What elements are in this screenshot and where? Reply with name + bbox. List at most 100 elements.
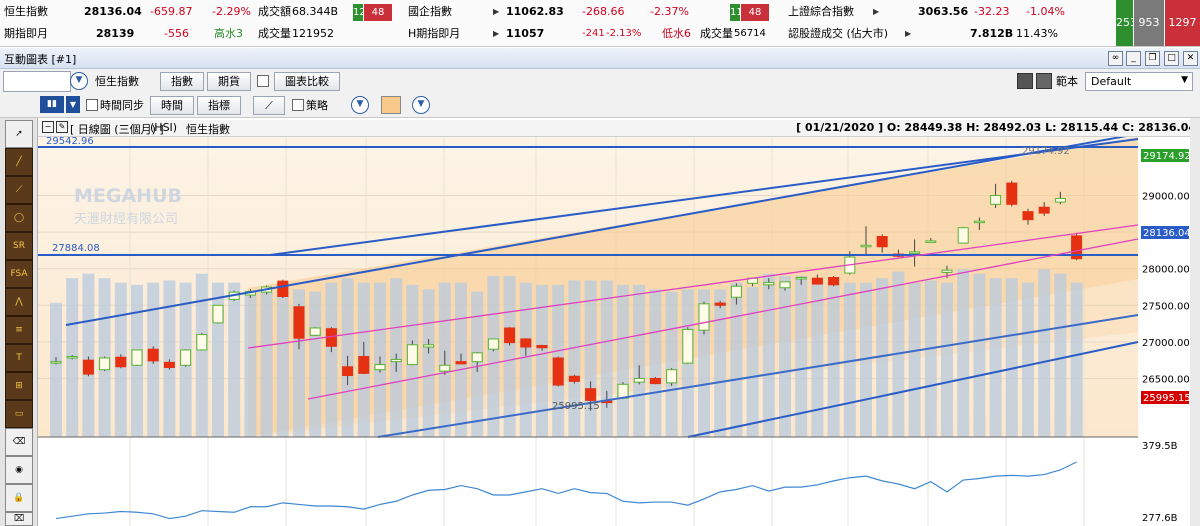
volume-bar <box>1038 269 1051 437</box>
sse-pct: -1.04% <box>1026 5 1065 18</box>
candle-down <box>552 357 564 386</box>
strategy-checkbox[interactable] <box>292 99 304 111</box>
ellipse-tool-icon[interactable]: ◯ <box>5 204 33 232</box>
chevron-down-icon[interactable]: ▼ <box>412 96 430 114</box>
candle-up <box>860 244 872 248</box>
time-sync-checkbox[interactable] <box>86 99 98 111</box>
volume-bar <box>1054 273 1067 437</box>
candle-down <box>115 356 127 368</box>
volume-bar <box>665 291 678 437</box>
candle-up <box>698 303 710 331</box>
up-count: 12 <box>353 4 366 21</box>
close-button[interactable]: ✕ <box>1183 51 1198 66</box>
link-icon[interactable]: ∞ <box>1108 51 1123 66</box>
edit-icon[interactable]: ✎ <box>56 121 68 133</box>
line-chart-icon[interactable]: ⟋ <box>253 96 285 115</box>
market-flat-count: 953 <box>1134 0 1164 46</box>
compare-checkbox[interactable] <box>257 75 269 87</box>
fibonacci-tool-icon[interactable]: ≡ <box>5 316 33 344</box>
warrant-pct: 11.43% <box>1016 27 1058 40</box>
fsa-tool-icon[interactable]: FSA <box>5 260 33 288</box>
collapse-icon[interactable]: − <box>42 121 54 133</box>
chart-type-icon[interactable]: ▮▮ <box>40 96 64 113</box>
fill-color-swatch[interactable] <box>381 96 401 114</box>
symbol-input[interactable] <box>3 71 71 92</box>
price-tick-label: 27500.00 <box>1142 301 1190 312</box>
h-futures-label[interactable]: H期指即月 <box>408 23 460 45</box>
right-scrollbar[interactable] <box>1190 118 1200 526</box>
hsi-futures-label[interactable]: 期指即月 <box>4 23 48 45</box>
candle-down <box>358 356 370 374</box>
hsi-futures-change: -556 <box>164 27 189 40</box>
template-select[interactable]: Default ▼ <box>1085 72 1193 91</box>
chart-area[interactable]: − ✎ [ 日線圖 (三個月) ] (HSI) 恒生指數 [ 01/21/202… <box>38 118 1200 526</box>
text-tool-icon[interactable]: T <box>5 344 33 372</box>
volume-bar <box>633 284 646 437</box>
hsi-label[interactable]: 恒生指數 <box>4 1 48 23</box>
candle-down <box>147 348 159 362</box>
warrant-label[interactable]: 認股證成交 (佔大市) <box>788 23 888 45</box>
volume-bar <box>195 273 208 437</box>
hscei-label[interactable]: 國企指數 <box>408 1 452 23</box>
price-tick-label: 26500.00 <box>1142 374 1190 385</box>
candle-up <box>682 328 694 364</box>
ticker-row-1: 恒生指數 28136.04 -659.87 -2.29% 成交額 68.344B… <box>0 1 1140 23</box>
restore-button[interactable]: ❐ <box>1145 51 1160 66</box>
candle-down <box>520 338 532 348</box>
fan-tool-icon[interactable]: ⋀ <box>5 288 33 316</box>
volume-bar <box>503 275 516 437</box>
eye-icon[interactable]: ◉ <box>5 456 33 484</box>
sse-label[interactable]: 上證綜合指數 <box>788 1 854 23</box>
volume-bar <box>973 273 986 437</box>
ray-tool-icon[interactable]: ⟋ <box>5 176 33 204</box>
maximize-button[interactable]: □ <box>1164 51 1179 66</box>
eraser-icon[interactable]: ⌫ <box>5 428 33 456</box>
candle-up <box>763 282 775 286</box>
chevron-down-icon[interactable]: ▼ <box>70 72 88 90</box>
save-icon[interactable] <box>1017 73 1033 89</box>
compare-chart-button[interactable]: 圖表比較 <box>274 72 340 91</box>
chevron-down-icon[interactable]: ▼ <box>351 96 369 114</box>
channel-tool-icon[interactable]: ▭ <box>5 400 33 428</box>
print-icon[interactable] <box>1036 73 1052 89</box>
sse-change: -32.23 <box>974 5 1010 18</box>
price-tick-label: 29000.00 <box>1142 192 1190 203</box>
indicator-button[interactable]: 指標 <box>197 96 241 115</box>
chart-code: (HSI) <box>150 121 178 134</box>
volume-bar <box>649 289 662 437</box>
sse-value: 3063.56 <box>918 5 969 18</box>
candle-up <box>633 377 645 383</box>
candle-down <box>277 280 289 298</box>
measure-tool-icon[interactable]: ⊞ <box>5 372 33 400</box>
volume-bar <box>244 291 257 437</box>
volume-bar <box>989 278 1002 437</box>
volume-bar <box>1005 278 1018 437</box>
index-button[interactable]: 指數 <box>160 72 204 91</box>
time-button[interactable]: 時間 <box>150 96 194 115</box>
chart-window-titlebar: 互動圖表 [#1] ∞ _ ❐ □ ✕ <box>0 48 1200 69</box>
h-volume-value: 56714 <box>734 28 766 39</box>
minimize-button[interactable]: _ <box>1126 51 1141 66</box>
futures-button[interactable]: 期貨 <box>207 72 251 91</box>
hscei-pct: -2.37% <box>650 5 689 18</box>
line-tool-icon[interactable]: ╱ <box>5 148 33 176</box>
candlestick-chart[interactable]: MEGAHUB 天滙財經有限公司 29542.96 27884.08 29174… <box>38 137 1200 526</box>
template-value: Default <box>1091 75 1132 88</box>
cursor-icon[interactable]: ➚ <box>5 120 33 148</box>
candle-up <box>957 227 969 244</box>
volume-bar <box>617 284 629 437</box>
hsi-futures-value: 28139 <box>96 27 135 40</box>
candle-up <box>196 334 208 351</box>
erase-all-icon[interactable]: ⌧ <box>5 512 33 526</box>
candle-down <box>714 302 726 306</box>
volume-bar <box>730 282 743 437</box>
sr-tool-icon[interactable]: SR <box>5 232 33 260</box>
chevron-down-icon[interactable]: ▼ <box>66 96 80 113</box>
vol-bottom-label: 277.6B <box>1142 513 1178 524</box>
down-count: 48 <box>364 4 392 21</box>
chart-name: 恒生指數 <box>186 123 230 136</box>
volume-bar <box>924 280 937 437</box>
high-price-tag-text: 29174.92 <box>1143 151 1191 162</box>
lock-icon[interactable]: 🔒 <box>5 484 33 512</box>
candle-down <box>1006 182 1018 205</box>
